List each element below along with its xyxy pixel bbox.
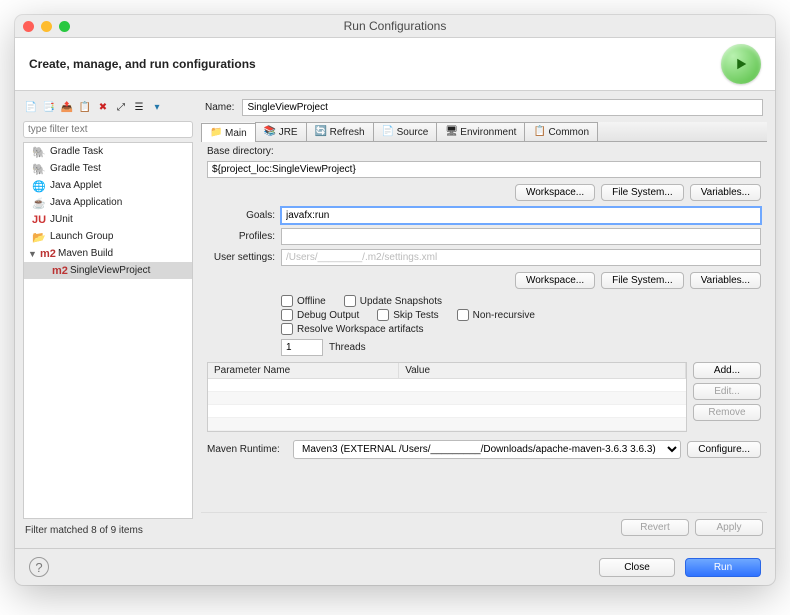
usersettings-variables-button[interactable]: Variables... bbox=[690, 272, 761, 289]
name-row: Name: bbox=[201, 97, 767, 122]
sidebar-toolbar: 📄 📑 📤 📋 ✖ ⤢ ☰ ▾ bbox=[23, 97, 193, 117]
filter-menu-icon[interactable]: ▾ bbox=[149, 99, 165, 115]
tree-item-java-app[interactable]: ☕Java Application bbox=[24, 194, 192, 211]
run-hero-icon bbox=[721, 44, 761, 84]
panel-footer: Revert Apply bbox=[201, 512, 767, 542]
jre-icon: 📚 bbox=[264, 126, 276, 138]
maven-icon: m2 bbox=[40, 248, 54, 259]
java-icon: ☕ bbox=[32, 197, 46, 208]
usersettings-label: User settings: bbox=[207, 252, 275, 263]
profiles-label: Profiles: bbox=[207, 231, 275, 242]
filter-box bbox=[23, 121, 193, 138]
usersettings-input[interactable] bbox=[281, 249, 761, 266]
applet-icon: 🌐 bbox=[32, 180, 46, 191]
usersettings-workspace-button[interactable]: Workspace... bbox=[515, 272, 595, 289]
collapse-icon[interactable]: ☰ bbox=[131, 99, 147, 115]
gradle-icon: 🐘 bbox=[32, 163, 46, 174]
skip-tests-checkbox[interactable]: Skip Tests bbox=[377, 309, 438, 321]
help-icon[interactable]: ? bbox=[29, 557, 49, 577]
tree-item-launch-group[interactable]: 📂Launch Group bbox=[24, 228, 192, 245]
apply-button[interactable]: Apply bbox=[695, 519, 763, 536]
goals-input[interactable] bbox=[281, 207, 761, 224]
junit-icon: JU bbox=[32, 214, 46, 225]
param-edit-button[interactable]: Edit... bbox=[693, 383, 761, 400]
config-tree[interactable]: 🐘Gradle Task 🐘Gradle Test 🌐Java Applet ☕… bbox=[23, 142, 193, 519]
offline-checkbox[interactable]: Offline bbox=[281, 295, 326, 307]
duplicate-icon[interactable]: 📋 bbox=[77, 99, 93, 115]
tree-item-maven-build[interactable]: ▼m2Maven Build bbox=[24, 245, 192, 262]
refresh-icon: 🔄 bbox=[315, 126, 327, 138]
source-icon: 📄 bbox=[382, 126, 394, 138]
env-icon: 🖥 bbox=[445, 126, 457, 138]
tab-common[interactable]: 📋Common bbox=[524, 122, 598, 141]
delete-icon[interactable]: ✖ bbox=[95, 99, 111, 115]
close-button[interactable]: Close bbox=[599, 558, 675, 577]
common-icon: 📋 bbox=[533, 126, 545, 138]
tab-main-panel: Base directory: Workspace... File System… bbox=[201, 142, 767, 512]
folder-icon: 📁 bbox=[210, 127, 222, 139]
threads-input[interactable] bbox=[281, 339, 323, 356]
maven-icon: m2 bbox=[52, 265, 66, 276]
run-button[interactable]: Run bbox=[685, 558, 761, 577]
param-col-value: Value bbox=[399, 363, 686, 378]
tree-item-gradle-task[interactable]: 🐘Gradle Task bbox=[24, 143, 192, 160]
non-recursive-checkbox[interactable]: Non-recursive bbox=[457, 309, 535, 321]
name-input[interactable] bbox=[242, 99, 763, 116]
runtime-configure-button[interactable]: Configure... bbox=[687, 441, 761, 458]
dialog-header: Create, manage, and run configurations bbox=[15, 37, 775, 91]
param-col-name: Parameter Name bbox=[208, 363, 399, 378]
tree-item-gradle-test[interactable]: 🐘Gradle Test bbox=[24, 160, 192, 177]
dialog-subtitle: Create, manage, and run configurations bbox=[29, 57, 256, 71]
export-icon[interactable]: 📤 bbox=[59, 99, 75, 115]
basedir-workspace-button[interactable]: Workspace... bbox=[515, 184, 595, 201]
runtime-label: Maven Runtime: bbox=[207, 444, 287, 455]
goals-label: Goals: bbox=[207, 210, 275, 221]
titlebar: Run Configurations bbox=[15, 15, 775, 37]
tab-refresh[interactable]: 🔄Refresh bbox=[306, 122, 374, 141]
dialog-body: 📄 📑 📤 📋 ✖ ⤢ ☰ ▾ 🐘Gradle Task 🐘Gradle Tes… bbox=[15, 91, 775, 548]
launch-group-icon: 📂 bbox=[32, 231, 46, 242]
options-grid: Offline Update Snapshots Debug Output Sk… bbox=[207, 295, 761, 335]
name-label: Name: bbox=[205, 102, 234, 113]
caret-down-icon[interactable]: ▼ bbox=[28, 249, 36, 259]
basedir-filesystem-button[interactable]: File System... bbox=[601, 184, 684, 201]
tab-main[interactable]: 📁Main bbox=[201, 123, 256, 142]
dialog-window: Run Configurations Create, manage, and r… bbox=[15, 15, 775, 585]
debug-output-checkbox[interactable]: Debug Output bbox=[281, 309, 359, 321]
tab-bar: 📁Main 📚JRE 🔄Refresh 📄Source 🖥Environment… bbox=[201, 122, 767, 142]
expand-icon[interactable]: ⤢ bbox=[113, 99, 129, 115]
tree-item-java-applet[interactable]: 🌐Java Applet bbox=[24, 177, 192, 194]
tab-environment[interactable]: 🖥Environment bbox=[436, 122, 525, 141]
parameter-table[interactable]: Parameter Name Value bbox=[207, 362, 687, 432]
window-title: Run Configurations bbox=[15, 19, 775, 33]
tree-item-junit[interactable]: JUJUnit bbox=[24, 211, 192, 228]
basedir-label: Base directory: bbox=[207, 146, 761, 157]
revert-button[interactable]: Revert bbox=[621, 519, 689, 536]
update-snapshots-checkbox[interactable]: Update Snapshots bbox=[344, 295, 442, 307]
tab-source[interactable]: 📄Source bbox=[373, 122, 438, 141]
tree-item-singleviewproject[interactable]: m2SingleViewProject bbox=[24, 262, 192, 279]
sidebar: 📄 📑 📤 📋 ✖ ⤢ ☰ ▾ 🐘Gradle Task 🐘Gradle Tes… bbox=[23, 97, 193, 542]
new-proto-icon[interactable]: 📑 bbox=[41, 99, 57, 115]
filter-status: Filter matched 8 of 9 items bbox=[23, 519, 193, 542]
basedir-input[interactable] bbox=[207, 161, 761, 178]
runtime-select[interactable]: Maven3 (EXTERNAL /Users/_________/Downlo… bbox=[293, 440, 681, 459]
param-remove-button[interactable]: Remove bbox=[693, 404, 761, 421]
param-add-button[interactable]: Add... bbox=[693, 362, 761, 379]
new-config-icon[interactable]: 📄 bbox=[23, 99, 39, 115]
resolve-workspace-checkbox[interactable]: Resolve Workspace artifacts bbox=[281, 323, 424, 335]
basedir-variables-button[interactable]: Variables... bbox=[690, 184, 761, 201]
main-panel: Name: 📁Main 📚JRE 🔄Refresh 📄Source 🖥Envir… bbox=[201, 97, 767, 542]
dialog-footer: ? Close Run bbox=[15, 548, 775, 585]
usersettings-filesystem-button[interactable]: File System... bbox=[601, 272, 684, 289]
gradle-icon: 🐘 bbox=[32, 146, 46, 157]
tab-jre[interactable]: 📚JRE bbox=[255, 122, 307, 141]
threads-label: Threads bbox=[329, 342, 366, 353]
filter-input[interactable] bbox=[23, 121, 193, 138]
profiles-input[interactable] bbox=[281, 228, 761, 245]
